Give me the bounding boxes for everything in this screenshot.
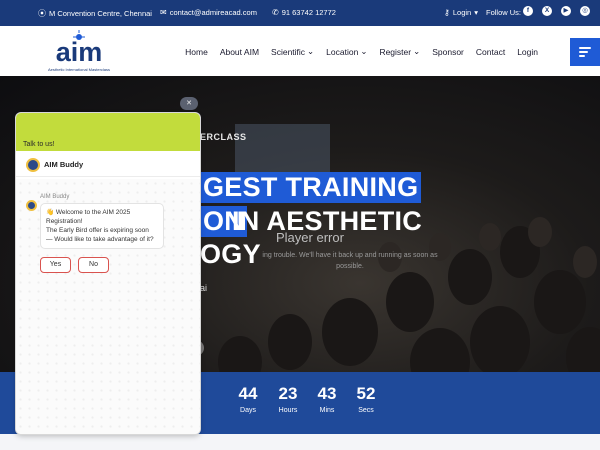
hero-heading-line1: GEST TRAINING xyxy=(200,172,422,203)
message-sender: AIM Buddy xyxy=(40,194,70,200)
message-line: 👋 Welcome to the AIM 2025 xyxy=(46,209,131,216)
nav-item-register[interactable]: Register ⌄ xyxy=(379,46,420,57)
countdown-secs: 52 Secs xyxy=(356,384,376,414)
key-icon: ⚷ xyxy=(444,8,450,17)
email-icon: ✉ xyxy=(160,8,167,17)
social-links: f X ▶ ◎ xyxy=(523,6,590,16)
nav-item-login[interactable]: Login xyxy=(517,46,538,57)
hamburger-icon xyxy=(579,47,591,49)
nav-menu: Home About AIM Scientific ⌄ Location ⌄ Reg… xyxy=(185,46,538,57)
chat-widget: Talk to us! AIM Buddy AIM Buddy 👋 Welcom… xyxy=(16,113,200,434)
bot-name: AIM Buddy xyxy=(44,160,84,169)
close-icon: ✕ xyxy=(186,100,192,107)
phone-icon: ✆ xyxy=(272,8,279,17)
chat-close-button[interactable]: ✕ xyxy=(180,97,198,110)
chevron-down-icon: ⌄ xyxy=(413,46,421,56)
top-login-link[interactable]: ⚷ Login ▾ xyxy=(444,8,478,17)
nav-item-contact[interactable]: Contact xyxy=(476,46,505,57)
top-info-bar: ⦿ M Convention Centre, Chennai ✉ contact… xyxy=(0,0,600,26)
chat-bot-bar: AIM Buddy xyxy=(16,153,200,177)
message-line: — Would like to take advantage of it? xyxy=(46,236,154,243)
hamburger-menu-button[interactable] xyxy=(570,38,600,66)
player-error-message: ing trouble. We'll have it back up and r… xyxy=(262,252,438,270)
address-item: ⦿ M Convention Centre, Chennai xyxy=(38,8,152,19)
nav-item-about[interactable]: About AIM xyxy=(220,46,259,57)
logo-text: aim xyxy=(56,37,103,67)
chat-message-bubble: 👋 Welcome to the AIM 2025 Registration! … xyxy=(40,203,164,249)
instagram-icon[interactable]: ◎ xyxy=(580,6,590,16)
follow-us-label: Follow Us: xyxy=(486,8,522,17)
nav-item-home[interactable]: Home xyxy=(185,46,208,57)
player-error-title: Player error xyxy=(276,230,344,245)
logo-tagline: Aesthetic International Masterclass xyxy=(48,67,110,72)
chevron-down-icon: ▾ xyxy=(474,8,478,17)
address-text: M Convention Centre, Chennai xyxy=(49,9,152,18)
phone-item[interactable]: ✆ 91 63742 12772 xyxy=(272,8,336,17)
x-icon[interactable]: X xyxy=(542,6,552,16)
countdown-days: 44 Days xyxy=(238,384,258,414)
nav-item-location[interactable]: Location ⌄ xyxy=(326,46,367,57)
page-bottom-strip xyxy=(0,434,600,450)
nav-item-scientific[interactable]: Scientific ⌄ xyxy=(271,46,314,57)
message-line: Registration! xyxy=(46,218,83,225)
top-login-label[interactable]: Login xyxy=(453,8,471,17)
chat-no-button[interactable]: No xyxy=(78,257,109,273)
hero-eyebrow: ERCLASS xyxy=(200,132,247,142)
countdown-mins: 43 Mins xyxy=(317,384,337,414)
location-pin-icon: ⦿ xyxy=(38,9,46,18)
chevron-down-icon: ⌄ xyxy=(360,46,368,56)
chat-header: Talk to us! xyxy=(16,113,200,151)
main-navbar: aim Aesthetic International Masterclass … xyxy=(12,26,542,76)
phone-text[interactable]: 91 63742 12772 xyxy=(282,8,336,17)
talk-to-us-label: Talk to us! xyxy=(23,141,55,148)
bot-avatar xyxy=(26,158,40,172)
email-item[interactable]: ✉ contact@admireacad.com xyxy=(160,8,257,17)
chat-yes-button[interactable]: Yes xyxy=(40,257,71,273)
nav-item-sponsor[interactable]: Sponsor xyxy=(432,46,464,57)
aim-logo[interactable]: aim Aesthetic International Masterclass xyxy=(36,30,122,74)
countdown-hours: 23 Hours xyxy=(278,384,298,414)
chevron-down-icon: ⌄ xyxy=(307,46,315,56)
message-avatar xyxy=(26,200,37,211)
hero-location-fragment: ai xyxy=(200,283,208,293)
email-text[interactable]: contact@admireacad.com xyxy=(170,8,257,17)
facebook-icon[interactable]: f xyxy=(523,6,533,16)
youtube-icon[interactable]: ▶ xyxy=(561,6,571,16)
message-line: The Early Bird offer is expiring soon xyxy=(46,227,149,234)
